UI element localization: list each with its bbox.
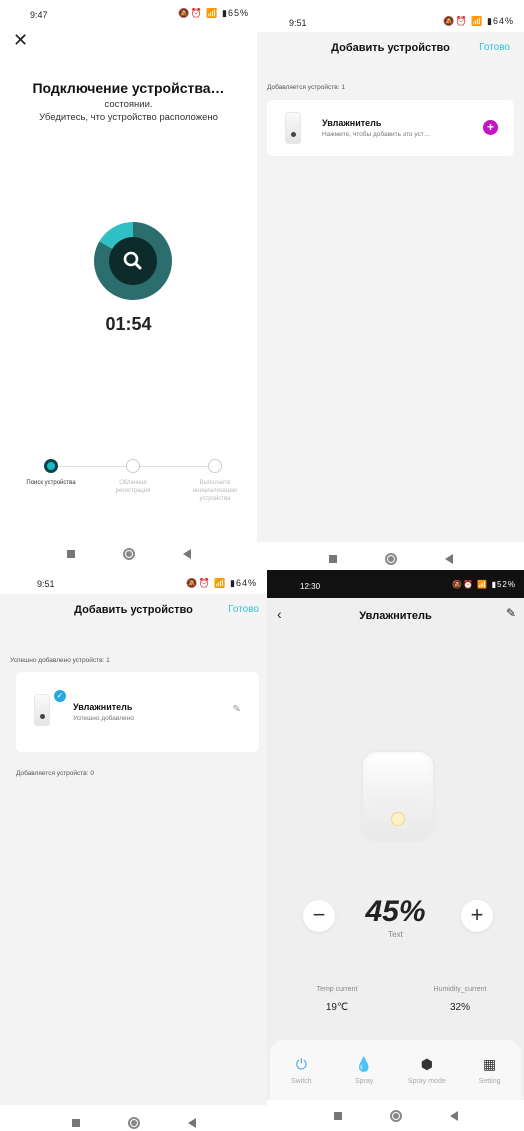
status-bar: 9:51 🔕⏰ 📶 ▮64% xyxy=(257,0,524,28)
step-dot-search xyxy=(44,459,58,473)
humidifier-image xyxy=(34,694,50,726)
recents-icon[interactable] xyxy=(333,1112,342,1120)
status-time: 9:47 xyxy=(30,10,48,20)
status-time: 12:30 xyxy=(300,582,321,591)
step-dot-cloud xyxy=(126,459,140,473)
search-icon xyxy=(109,237,157,285)
system-nav-bar xyxy=(0,538,257,570)
tab-spray[interactable]: 💧 Spray xyxy=(333,1040,396,1100)
device-title: Увлажнитель xyxy=(359,610,432,622)
subtitle-line: состоянии. xyxy=(104,99,153,110)
home-icon[interactable] xyxy=(122,548,135,560)
close-icon[interactable]: ✕ xyxy=(13,30,28,51)
tab-setting[interactable]: ▦ Setting xyxy=(458,1040,521,1100)
adding-count-label: Добавляется устройств: 1 xyxy=(267,84,345,91)
humidity-metric: Humidity_current 32% xyxy=(415,986,505,1013)
value-caption: Text xyxy=(388,930,403,939)
home-icon[interactable] xyxy=(384,553,397,565)
tab-spray-mode[interactable]: ⬢ Spray mode xyxy=(396,1040,459,1100)
edit-icon[interactable]: ✎ xyxy=(233,704,241,715)
adding-count-label: Добавляется устройств: 0 xyxy=(16,770,94,777)
home-icon[interactable] xyxy=(389,1110,402,1122)
pairing-steps: Поиск устройства Облачная регистрация Вы… xyxy=(20,457,243,527)
humidity-label: Humidity_current xyxy=(433,986,487,993)
status-bar: 12:30 🔕⏰ 📶 ▮52% xyxy=(267,570,524,598)
recents-icon[interactable] xyxy=(328,555,337,563)
add-device-button[interactable]: + xyxy=(483,120,498,135)
increase-button[interactable]: + xyxy=(461,900,493,932)
header: Добавить устройство Готово xyxy=(0,594,267,626)
function-tabs: ⏻ Switch 💧 Spray ⬢ Spray mode ▦ Setting xyxy=(270,1040,521,1100)
checkmark-icon: ✓ xyxy=(54,690,66,702)
home-icon[interactable] xyxy=(127,1117,140,1129)
setting-icon: ▦ xyxy=(483,1056,497,1072)
header-title: Добавить устройство xyxy=(74,604,193,616)
back-icon[interactable] xyxy=(449,1111,458,1121)
edit-icon[interactable]: ✎ xyxy=(506,606,516,620)
temp-label: Temp current xyxy=(316,986,358,993)
system-nav-bar xyxy=(257,543,524,570)
device-hint: Нажмите, чтобы добавить это уст… xyxy=(322,131,431,138)
temp-metric: Temp current 19℃ xyxy=(292,986,382,1013)
step-dot-init xyxy=(208,459,222,473)
add-device-success-screen: 9:51 🔕⏰ 📶 ▮64% Добавить устройство Готов… xyxy=(0,570,267,1131)
temp-value: 19℃ xyxy=(325,1002,349,1013)
spray-mode-icon: ⬢ xyxy=(420,1056,433,1072)
recents-icon[interactable] xyxy=(66,550,75,558)
back-icon[interactable] xyxy=(182,549,191,559)
status-icons: 🔕⏰ 📶 ▮64% xyxy=(443,16,514,26)
humidifier-image xyxy=(363,752,433,840)
device-name: Увлажнитель xyxy=(73,702,133,712)
tab-label: Switch xyxy=(291,1078,312,1085)
tab-label: Spray mode xyxy=(408,1078,446,1085)
done-button[interactable]: Готово xyxy=(228,604,259,615)
success-count-label: Успешно добавлено устройств: 1 xyxy=(10,657,110,664)
step-label-init: Выполните инициализацию устройства xyxy=(192,480,238,502)
power-icon: ⏻ xyxy=(295,1056,307,1072)
pairing-screen: 9:47 🔕⏰ 📶 ▮65% ✕ Подключение устройства…… xyxy=(0,0,257,570)
content-area xyxy=(0,594,267,1105)
status-time: 9:51 xyxy=(289,18,307,28)
tab-switch[interactable]: ⏻ Switch xyxy=(270,1040,333,1100)
status-icons: 🔕⏰ 📶 ▮64% xyxy=(186,578,257,588)
top-bar: ‹ Увлажнитель ✎ xyxy=(267,606,524,628)
add-device-screen: 9:51 🔕⏰ 📶 ▮64% Добавить устройство Готов… xyxy=(257,0,524,570)
back-icon[interactable] xyxy=(187,1118,196,1128)
subtitle-line: Убедитесь, что устройство расположено xyxy=(39,112,218,123)
countdown-timer: 01:54 xyxy=(105,314,152,334)
device-card[interactable]: Увлажнитель Нажмите, чтобы добавить это … xyxy=(267,100,514,156)
system-nav-bar xyxy=(267,1100,524,1131)
humidifier-control-screen: 12:30 🔕⏰ 📶 ▮52% ‹ Увлажнитель ✎ − 45% Te… xyxy=(267,570,524,1131)
status-icons: 🔕⏰ 📶 ▮52% xyxy=(452,580,516,589)
status-icons: 🔕⏰ 📶 ▮65% xyxy=(178,8,249,18)
page-title: Подключение устройства… xyxy=(32,80,225,96)
status-bar: 9:47 🔕⏰ 📶 ▮65% xyxy=(0,0,257,28)
step-label-cloud: Облачная регистрация xyxy=(115,480,151,494)
device-status: Успешно добавлено xyxy=(73,715,134,722)
system-nav-bar xyxy=(0,1107,267,1131)
device-name: Увлажнитель xyxy=(322,118,382,128)
done-button[interactable]: Готово xyxy=(479,42,510,53)
page-subtitle: состоянии. Убедитесь, что устройство рас… xyxy=(0,98,257,124)
header: Добавить устройство Готово xyxy=(257,32,524,64)
recents-icon[interactable] xyxy=(71,1119,80,1127)
humidifier-image xyxy=(285,112,301,144)
spray-icon: 💧 xyxy=(355,1056,373,1072)
status-time: 9:51 xyxy=(37,579,55,589)
humidity-value: 32% xyxy=(449,1002,470,1013)
step-label-search: Поиск устройства xyxy=(26,480,76,486)
tab-label: Setting xyxy=(478,1078,501,1085)
tab-label: Spray xyxy=(354,1078,374,1085)
light-icon xyxy=(391,812,405,826)
device-card[interactable]: ✓ Увлажнитель Успешно добавлено ✎ xyxy=(16,672,259,752)
back-icon[interactable] xyxy=(444,554,453,564)
search-progress-ring xyxy=(94,222,172,300)
